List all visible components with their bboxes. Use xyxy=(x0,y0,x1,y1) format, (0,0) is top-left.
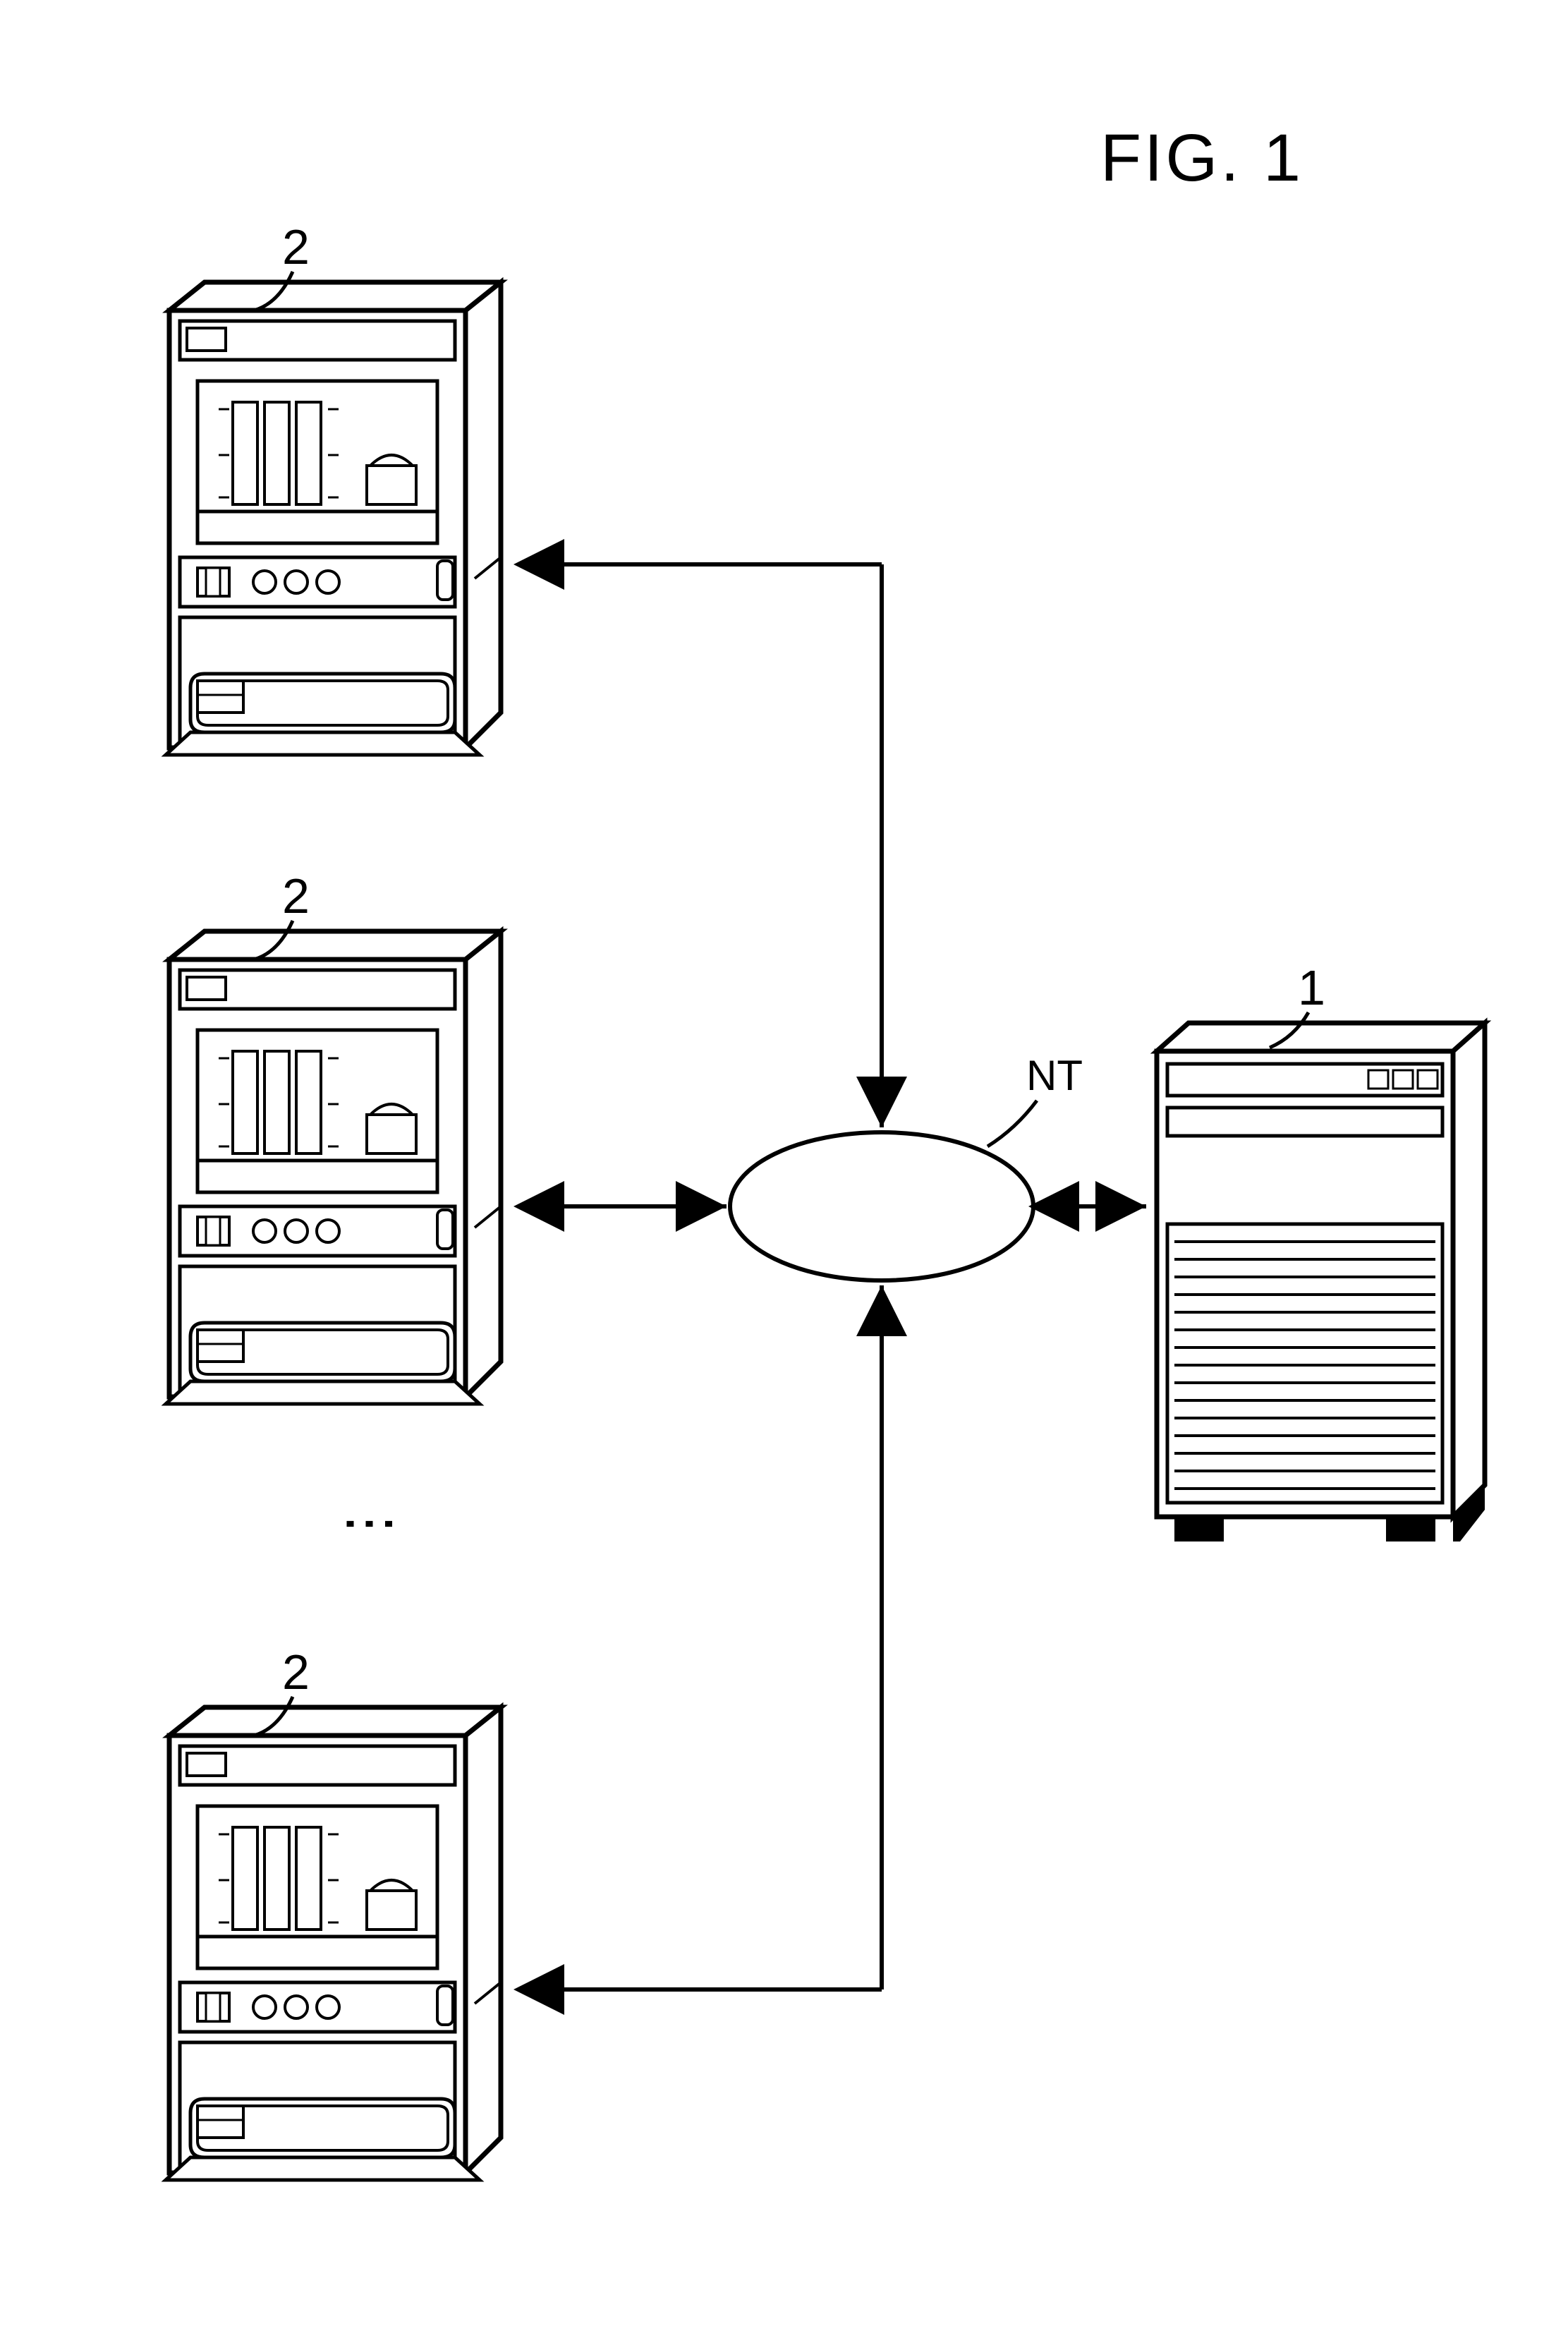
diagram-svg xyxy=(0,0,1568,2338)
network-node xyxy=(730,1132,1033,1280)
terminal-device-3 xyxy=(166,1707,501,2180)
terminal-device-1 xyxy=(166,282,501,755)
server-device xyxy=(1157,1023,1485,1541)
terminal-device-2 xyxy=(166,931,501,1404)
figure-page: FIG. 1 2 2 2 1 NT NETWORK ⋮ xyxy=(0,0,1568,2338)
leader-network xyxy=(987,1101,1037,1146)
